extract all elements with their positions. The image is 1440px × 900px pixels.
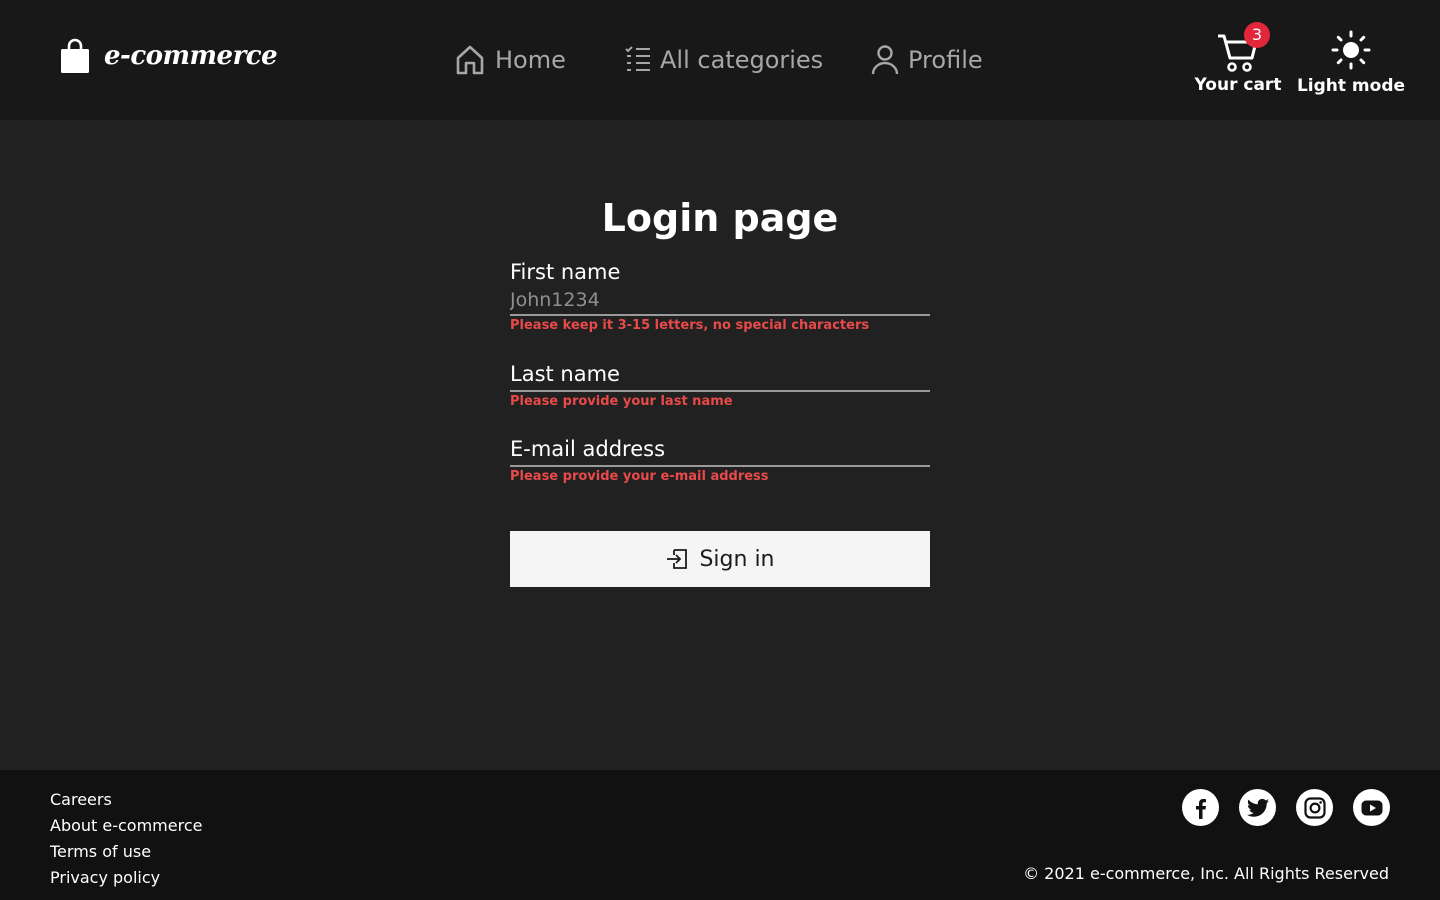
- cart-label: Your cart: [1194, 75, 1282, 95]
- top-navigation-bar: e-commerce Home All categories Profile 3…: [0, 0, 1440, 120]
- email-field-group: E-mail address Please provide your e-mai…: [510, 435, 930, 484]
- last-name-field-group: Last name Please provide your last name: [510, 360, 930, 409]
- instagram-icon: [1303, 796, 1326, 819]
- footer-link-careers[interactable]: Careers: [50, 787, 202, 813]
- first-name-label: First name: [510, 260, 621, 284]
- email-error: Please provide your e-mail address: [510, 469, 769, 484]
- footer-link-about[interactable]: About e-commerce: [50, 813, 202, 839]
- sun-icon: [1331, 30, 1371, 70]
- footer-links: Careers About e-commerce Terms of use Pr…: [50, 787, 202, 891]
- first-name-field-group: First name Please keep it 3-15 letters, …: [510, 258, 930, 333]
- sign-in-label: Sign in: [699, 546, 775, 572]
- brand-logo[interactable]: e-commerce: [60, 38, 278, 74]
- last-name-error: Please provide your last name: [510, 394, 733, 409]
- nav-profile-label: Profile: [908, 46, 983, 74]
- cart-count-badge: 3: [1244, 22, 1270, 48]
- nav-all-categories-link[interactable]: All categories: [624, 40, 823, 80]
- user-icon: [871, 45, 899, 75]
- email-label: E-mail address: [510, 437, 666, 461]
- home-icon: [456, 45, 484, 75]
- footer: Careers About e-commerce Terms of use Pr…: [0, 770, 1440, 900]
- footer-link-privacy[interactable]: Privacy policy: [50, 865, 202, 891]
- brand-name: e-commerce: [104, 41, 278, 71]
- facebook-link[interactable]: [1182, 789, 1219, 826]
- first-name-input[interactable]: [510, 286, 930, 316]
- copyright-text: © 2021 e-commerce, Inc. All Rights Reser…: [1023, 864, 1389, 883]
- last-name-input[interactable]: [510, 388, 930, 392]
- cart-button[interactable]: 3 Your cart: [1192, 22, 1284, 102]
- instagram-link[interactable]: [1296, 789, 1333, 826]
- youtube-icon: [1361, 800, 1382, 815]
- social-links: [1182, 789, 1390, 826]
- light-mode-label: Light mode: [1296, 76, 1406, 96]
- list-icon: [625, 46, 650, 71]
- email-input[interactable]: [510, 463, 930, 467]
- light-mode-toggle[interactable]: Light mode: [1296, 28, 1406, 104]
- facebook-icon: [1195, 798, 1206, 819]
- twitter-link[interactable]: [1239, 789, 1276, 826]
- twitter-icon: [1246, 798, 1269, 817]
- nav-all-categories-label: All categories: [660, 46, 824, 74]
- last-name-label: Last name: [510, 362, 620, 386]
- youtube-link[interactable]: [1353, 789, 1390, 826]
- shopping-bag-icon: [61, 38, 89, 73]
- nav-home-label: Home: [495, 46, 566, 74]
- nav-home-link[interactable]: Home: [453, 40, 566, 80]
- page-title: Login page: [601, 196, 839, 240]
- nav-profile-link[interactable]: Profile: [870, 40, 983, 80]
- first-name-error: Please keep it 3-15 letters, no special …: [510, 318, 870, 333]
- footer-link-terms[interactable]: Terms of use: [50, 839, 202, 865]
- sign-in-button[interactable]: Sign in: [510, 531, 930, 587]
- sign-in-icon: [667, 549, 688, 569]
